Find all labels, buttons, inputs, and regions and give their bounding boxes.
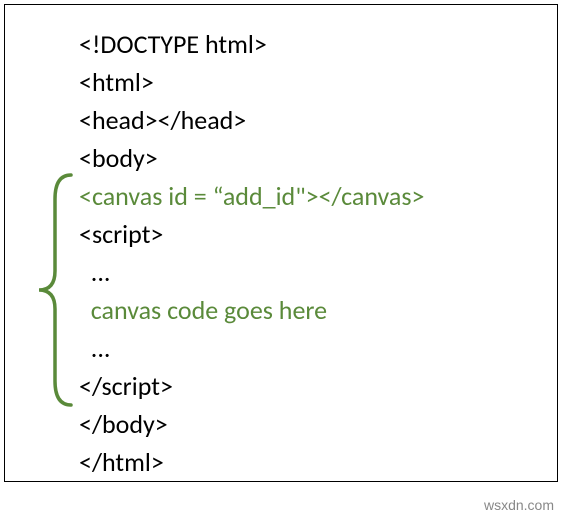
- code-line-script-close: </script>: [79, 367, 425, 405]
- watermark-text: wsxdn.com: [484, 497, 554, 513]
- code-line-html-open: <html>: [79, 63, 425, 101]
- code-line-doctype: <!DOCTYPE html>: [79, 25, 425, 63]
- code-line-head: <head></head>: [79, 101, 425, 139]
- code-line-html-close: </html>: [79, 443, 425, 481]
- curly-brace-icon: [35, 171, 75, 409]
- code-line-ellipsis-1: ...: [79, 253, 425, 291]
- code-line-script-open: <script>: [79, 215, 425, 253]
- code-line-body-close: </body>: [79, 405, 425, 443]
- code-line-comment: canvas code goes here: [79, 291, 425, 329]
- code-line-canvas: <canvas id = “add_id"></canvas>: [79, 177, 425, 215]
- code-frame: <!DOCTYPE html> <html> <head></head> <bo…: [4, 4, 558, 482]
- code-line-body-open: <body>: [79, 139, 425, 177]
- code-block: <!DOCTYPE html> <html> <head></head> <bo…: [79, 25, 425, 481]
- code-line-ellipsis-2: ...: [79, 329, 425, 367]
